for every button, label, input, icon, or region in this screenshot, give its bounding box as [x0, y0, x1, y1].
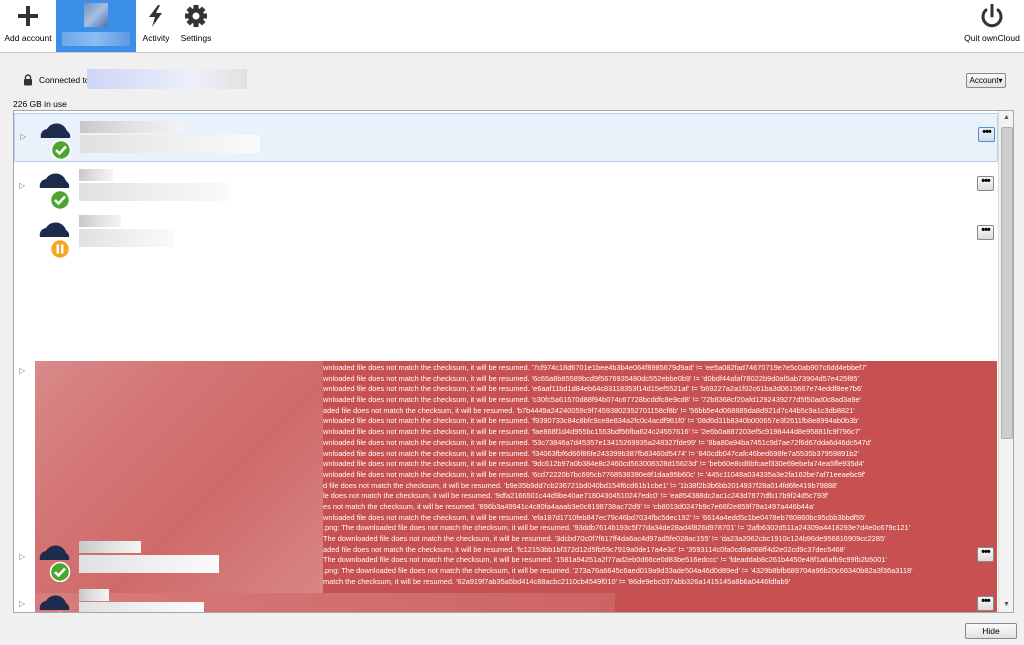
error-line: wnloaded file does not match the checksu… [323, 395, 861, 405]
activity-label: Activity [142, 33, 170, 43]
folder-row[interactable]: ▷ ••• [14, 535, 998, 584]
folder-name [79, 589, 109, 601]
folder-path [80, 135, 260, 153]
cloud-sync-ok-icon [34, 166, 76, 211]
lock-icon [23, 74, 33, 88]
account-name [62, 32, 130, 46]
scrollbar-thumb[interactable] [1001, 127, 1013, 439]
quit-button[interactable]: Quit ownCloud [962, 0, 1022, 52]
error-line: wnloaded file does not match the checksu… [323, 469, 866, 479]
lightning-icon [138, 4, 174, 28]
more-dots: ••• [981, 546, 991, 558]
folder-path [79, 229, 174, 247]
gear-icon [177, 4, 215, 28]
cloud-sync-ok-icon [34, 538, 76, 583]
toolbar: Add account Activity Settings Quit ownCl… [0, 0, 1024, 53]
more-dots: ••• [981, 175, 991, 187]
cloud-sync-ok-icon [34, 588, 76, 612]
error-line: wnloaded file does not match the checksu… [323, 363, 867, 372]
folder-row[interactable]: ▷ ••• [14, 113, 998, 162]
account-avatar [84, 3, 108, 27]
error-line: wnloaded file does not match the checksu… [323, 437, 872, 447]
more-button[interactable]: ••• [978, 127, 995, 142]
settings-button[interactable]: Settings [177, 0, 215, 52]
error-line: wnloaded file does not match the checksu… [323, 459, 865, 469]
more-button[interactable]: ••• [977, 596, 994, 611]
hide-button[interactable]: Hide [965, 623, 1017, 639]
error-line: es not match the checksum, it will be re… [323, 501, 815, 511]
account-dropdown-label: Account [969, 76, 999, 85]
more-button[interactable]: ••• [977, 225, 994, 240]
error-line: d file does not match the checksum, it w… [323, 480, 838, 490]
scroll-up-icon[interactable]: ▲ [999, 111, 1013, 125]
cloud-sync-ok-icon [35, 116, 77, 161]
folder-path [79, 183, 229, 201]
more-button[interactable]: ••• [977, 547, 994, 562]
folder-name [79, 541, 141, 553]
power-icon [962, 3, 1022, 28]
error-line: wnloaded file does not match the checksu… [323, 448, 859, 458]
folder-row[interactable]: ▷ ••• wnloaded file does not match the c… [14, 211, 998, 612]
folder-path [79, 555, 219, 573]
folder-list: ▷ ••• ▷ ••• ▷ ••• wnloaded file does not… [13, 110, 1014, 613]
folder-name [79, 215, 121, 227]
account-tab[interactable] [56, 0, 136, 52]
folder-name [80, 121, 185, 133]
folder-path [79, 602, 204, 612]
connected-label: Connected to [39, 75, 90, 85]
more-dots: ••• [982, 126, 992, 138]
quit-label: Quit ownCloud [964, 33, 1020, 43]
error-line: wnloaded file does not match the checksu… [323, 384, 863, 394]
hide-label: Hide [982, 626, 1000, 636]
more-dots: ••• [981, 595, 991, 607]
error-line: wnloaded file does not match the checksu… [323, 416, 859, 426]
error-line: le does not match the checksum, it will … [323, 491, 829, 501]
vertical-scrollbar[interactable]: ▲ ▼ [998, 111, 1013, 612]
cloud-sync-paused-icon [34, 215, 76, 260]
expand-arrow-icon[interactable]: ▷ [20, 132, 26, 141]
error-line: .png: The downloaded file does not match… [323, 523, 911, 533]
expand-arrow-icon[interactable]: ▷ [19, 599, 25, 608]
chevron-down-icon: ▾ [998, 76, 1003, 85]
expand-arrow-icon[interactable]: ▷ [19, 181, 25, 190]
folder-row[interactable]: ▷ ••• [14, 164, 998, 213]
expand-arrow-icon[interactable]: ▷ [19, 552, 25, 561]
usage-label: 226 GB in use [13, 99, 67, 109]
more-button[interactable]: ••• [977, 176, 994, 191]
error-line: wnloaded file does not match the checksu… [323, 373, 859, 383]
add-account-button[interactable]: Add account [0, 0, 56, 52]
add-account-label: Add account [4, 33, 52, 43]
scroll-down-icon[interactable]: ▼ [999, 598, 1013, 612]
error-line: wnloaded file does not match the checksu… [323, 427, 861, 437]
server-url [87, 69, 247, 89]
account-dropdown-button[interactable]: Account▾ [966, 73, 1006, 88]
more-dots: ••• [981, 224, 991, 236]
activity-button[interactable]: Activity [138, 0, 174, 52]
expand-arrow-icon[interactable]: ▷ [19, 366, 25, 375]
error-line: wnloaded file does not match the checksu… [323, 512, 866, 522]
folder-row[interactable]: ▷ ••• [14, 585, 998, 612]
folder-name [79, 169, 113, 181]
plus-icon [0, 4, 56, 28]
error-line: aded file does not match the checksum, i… [323, 405, 855, 415]
settings-label: Settings [180, 33, 212, 43]
